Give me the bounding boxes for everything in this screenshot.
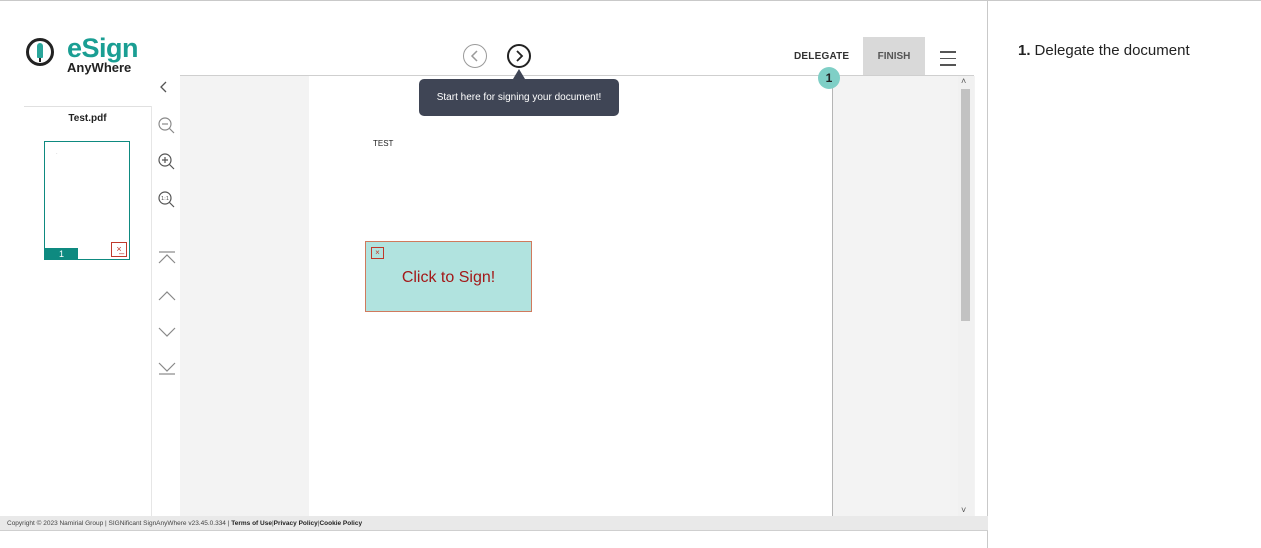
signature-field[interactable]: × Click to Sign! [365,241,532,312]
previous-page-icon[interactable] [157,286,177,306]
svg-text:1:1: 1:1 [161,196,169,202]
instructions-panel [988,0,1261,548]
thumb-text-mark: · [56,151,58,157]
instruction-text: Delegate the document [1034,42,1190,59]
zoom-reset-icon[interactable]: 1:1 [157,190,177,210]
zoom-in-icon[interactable] [157,152,177,172]
scroll-up-icon[interactable]: ˄ [961,76,966,86]
document-text: TEST [373,139,394,148]
scroll-down-icon[interactable]: ˅ [961,505,966,515]
next-page-icon[interactable] [157,322,177,342]
sign-field-label: Click to Sign! [401,269,496,286]
instruction-number: 1. [1018,42,1031,59]
delegate-button[interactable]: DELEGATE [794,51,849,62]
last-page-icon[interactable] [157,358,177,378]
document-title: Test.pdf [68,113,107,124]
previous-step-button[interactable] [463,44,487,68]
logo-sub-text: AnyWhere [67,60,132,75]
start-tooltip: Start here for signing your document! [419,79,619,116]
next-step-button[interactable] [507,44,531,68]
terms-link[interactable]: Terms of Use [231,520,272,527]
signature-field-icon: × [371,247,384,259]
header-divider [180,75,974,76]
chevron-right-circle-icon [516,50,524,62]
chevron-left-circle-icon [470,50,478,62]
instruction-item: 1. Delegate the document [1018,42,1190,59]
finish-button[interactable]: FINISH [863,37,925,75]
collapse-sidebar-button[interactable] [159,80,169,99]
zoom-out-icon[interactable] [157,116,177,136]
footer: Copyright © 2023 Namirial Group | SIGNif… [0,516,988,531]
first-page-icon[interactable] [157,248,177,268]
logo: eSign AnyWhere [26,33,146,78]
copyright-text: Copyright © 2023 Namirial Group | SIGNif… [7,520,230,527]
page-thumbnail[interactable]: · 1 ×̲ [44,141,130,260]
step-badge: 1 [818,67,840,89]
cookie-link[interactable]: Cookie Policy [319,520,362,527]
hamburger-menu-icon[interactable] [940,51,956,71]
page-number-badge: 1 [45,248,78,259]
viewer-toolbar: 1:1 [151,106,181,516]
signature-field-icon: ×̲ [111,242,127,257]
chevron-left-icon [160,81,167,93]
tooltip-arrow [513,69,525,79]
privacy-link[interactable]: Privacy Policy [274,520,318,527]
scrollbar-thumb[interactable] [961,89,970,321]
thumbnail-panel: Test.pdf · 1 ×̲ [24,106,151,517]
pen-logo-icon [26,38,54,66]
